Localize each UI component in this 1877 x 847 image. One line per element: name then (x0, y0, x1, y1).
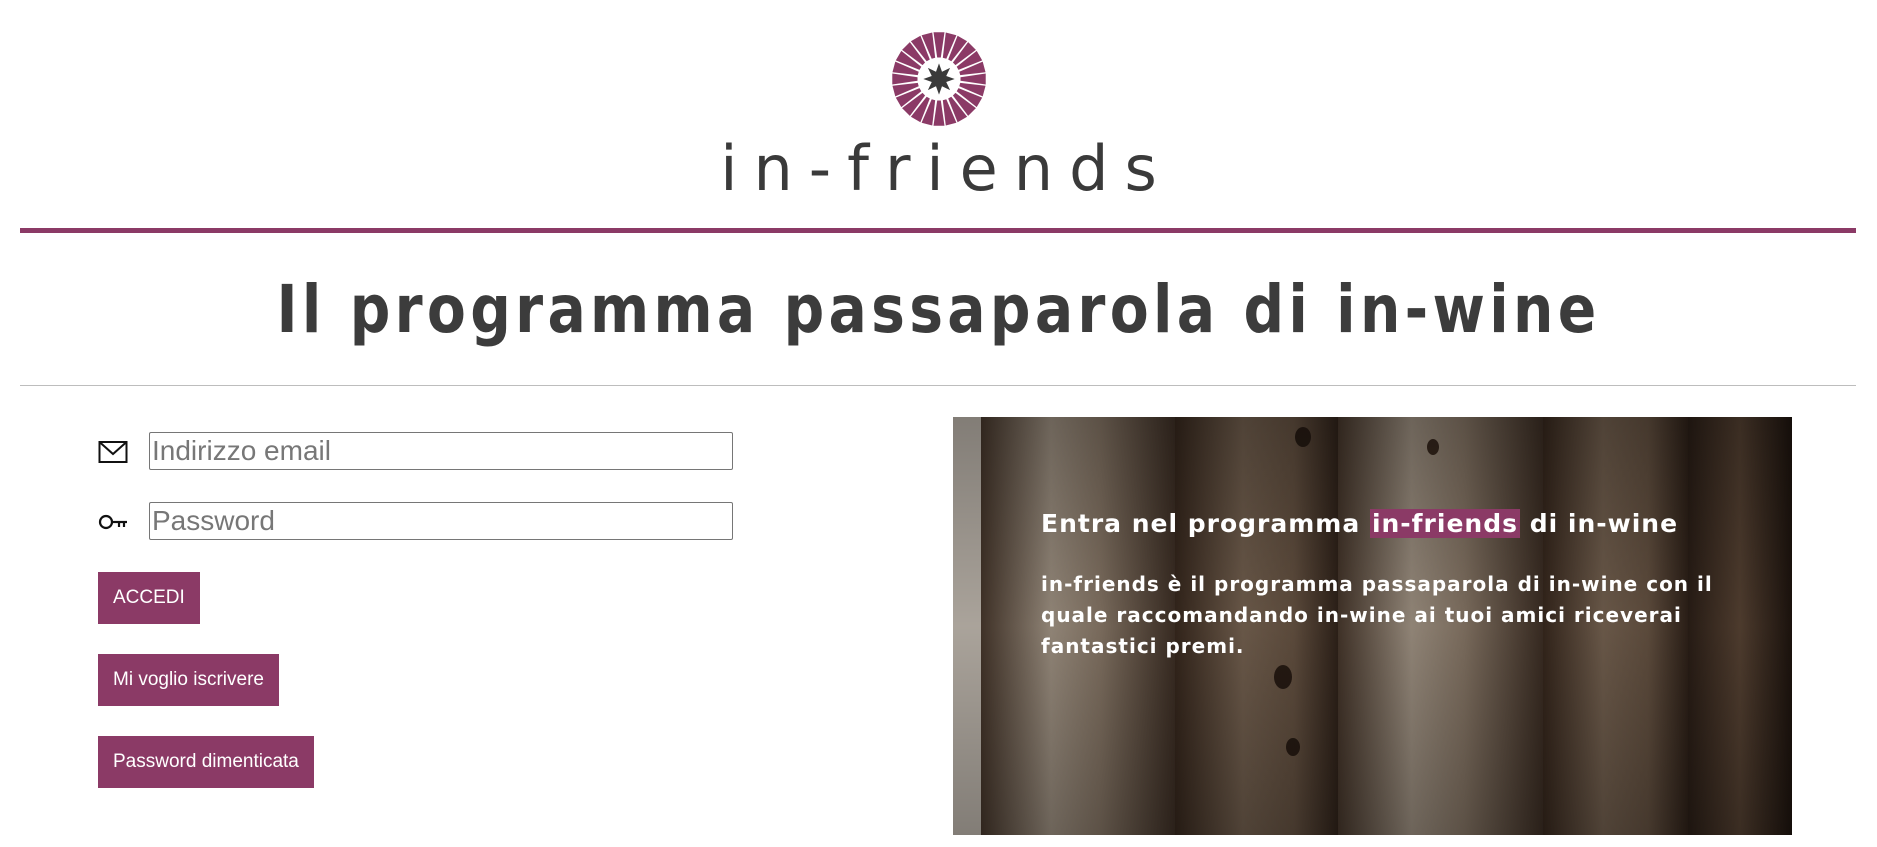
login-button[interactable]: ACCEDI (98, 572, 200, 624)
hero-headline-start: Entra nel programma (1041, 509, 1370, 538)
envelope-icon (98, 441, 128, 463)
signup-button[interactable]: Mi voglio iscrivere (98, 654, 279, 706)
sunburst-star-logo-icon (891, 32, 986, 126)
page: in-friends Il programma passaparola di i… (0, 0, 1877, 847)
key-icon (98, 514, 127, 530)
logo[interactable]: in-friends (0, 30, 1877, 202)
brand-name: in-friends (720, 132, 1173, 205)
hero-body: in-friends è il programma passaparola di… (1041, 572, 1713, 658)
page-title: Il programma passaparola di in-wine (276, 271, 1601, 348)
password-field[interactable] (149, 502, 733, 540)
password-row (98, 502, 748, 542)
hero-panel: Entra nel programma in-friends di in-win… (953, 417, 1792, 835)
hero-headline-highlight: in-friends (1369, 509, 1520, 538)
email-row (98, 432, 748, 472)
hero-headline-end: di in-wine (1520, 509, 1679, 538)
hero-headline: Entra nel programma in-friends di in-win… (1041, 505, 1721, 543)
login-form: ACCEDI Mi voglio iscrivere Password dime… (98, 432, 748, 818)
forgot-password-button[interactable]: Password dimenticata (98, 736, 314, 788)
hero-text: Entra nel programma in-friends di in-win… (1041, 505, 1721, 662)
header-divider (20, 228, 1856, 233)
title-divider (20, 385, 1856, 386)
email-field[interactable] (149, 432, 733, 470)
